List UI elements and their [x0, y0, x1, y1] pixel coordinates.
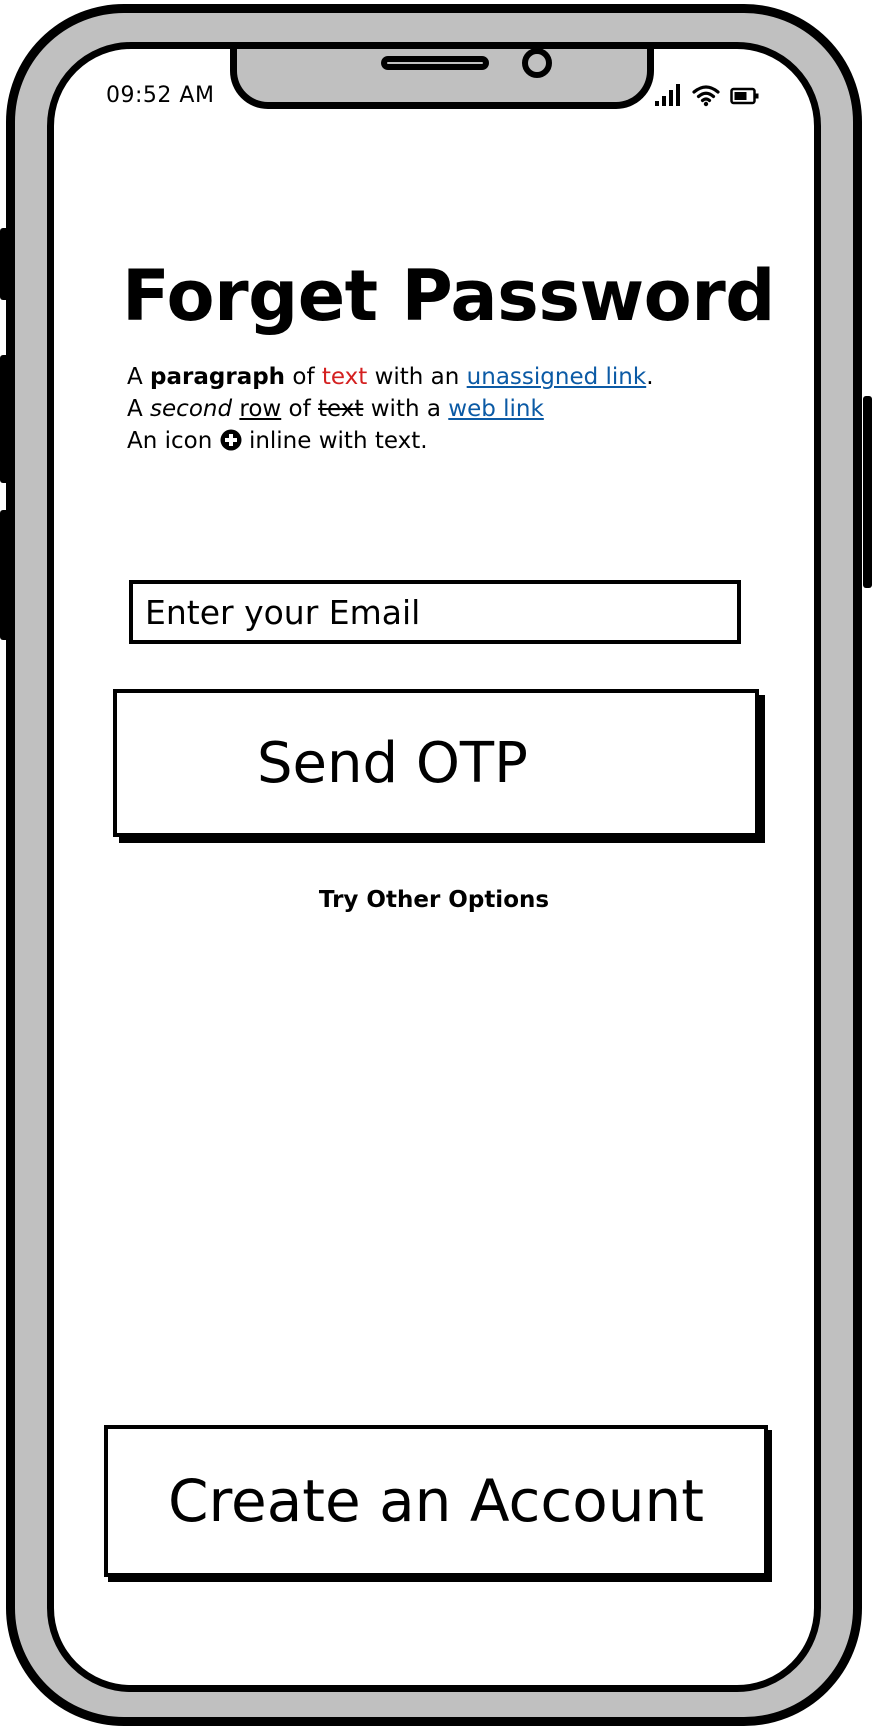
mute-switch [0, 228, 9, 300]
text: of [288, 396, 311, 422]
unassigned-link[interactable]: unassigned link [467, 364, 647, 390]
create-account-button[interactable]: Create an Account [104, 1425, 768, 1577]
paragraph-line-2: A second row of text with a web link [127, 393, 654, 425]
status-time: 09:52 AM [106, 83, 215, 108]
status-icons [654, 79, 760, 107]
text: An icon [127, 428, 213, 454]
phone-screen: 09:52 AM Forget Password A paragraph of … [47, 42, 821, 1692]
red-text: text [321, 364, 368, 390]
bold-text: paragraph [150, 364, 286, 390]
cellular-signal-icon [655, 84, 680, 106]
italic-text: second [150, 396, 233, 422]
text: with a [370, 396, 441, 422]
volume-up-button [0, 355, 9, 483]
text: with an [374, 364, 460, 390]
notch [230, 49, 654, 109]
text: A [127, 396, 143, 422]
paragraph-line-1: A paragraph of text with an unassigned l… [127, 361, 654, 393]
period: . [646, 364, 654, 390]
email-input[interactable] [129, 580, 741, 644]
text: inline with text. [248, 428, 428, 454]
underlined-text: row [239, 396, 282, 422]
text: of [292, 364, 315, 390]
sample-paragraph: A paragraph of text with an unassigned l… [127, 361, 654, 457]
plus-circle-icon [220, 429, 242, 451]
power-button [863, 396, 872, 588]
speaker [381, 56, 489, 70]
try-other-options-link[interactable]: Try Other Options [54, 887, 814, 913]
camera-icon [522, 49, 552, 78]
text: A [127, 364, 143, 390]
volume-down-button [0, 510, 9, 640]
page-title: Forget Password [122, 255, 775, 337]
strikethrough-text: text [318, 396, 364, 422]
wifi-icon [692, 85, 720, 107]
send-otp-button[interactable]: Send OTP [113, 689, 759, 837]
web-link[interactable]: web link [448, 396, 544, 422]
paragraph-line-3: An icon inline with text. [127, 425, 654, 457]
battery-icon [730, 87, 759, 105]
